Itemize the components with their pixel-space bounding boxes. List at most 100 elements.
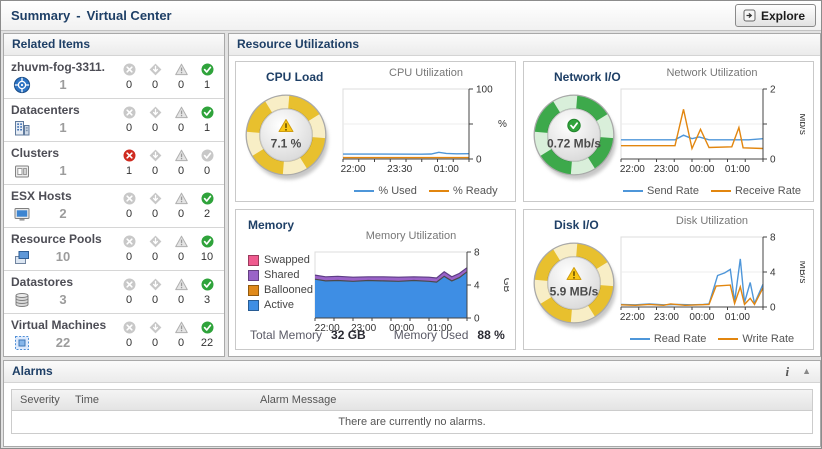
alarms-empty-message: There are currently no alarms. <box>338 416 486 428</box>
page-title-separator: - <box>76 8 81 23</box>
network-io-title: Network I/O <box>554 70 621 84</box>
status-warning[interactable]: 0 <box>168 321 194 349</box>
svg-text:4: 4 <box>474 281 480 292</box>
status-warning[interactable]: 0 <box>168 149 194 177</box>
cpu-load-gauge[interactable]: 7.1 % <box>240 88 332 184</box>
status-count: 1 <box>203 79 211 91</box>
status-warning[interactable]: 0 <box>168 106 194 134</box>
warning-status-icon <box>174 149 188 162</box>
svg-text:00:00: 00:00 <box>689 164 714 175</box>
status-count: 0 <box>151 208 159 220</box>
status-normal[interactable]: 10 <box>194 235 220 263</box>
status-warning[interactable]: 0 <box>168 235 194 263</box>
svg-text:01:00: 01:00 <box>725 312 750 323</box>
status-warning[interactable]: 0 <box>168 63 194 91</box>
info-icon[interactable]: i <box>785 361 789 382</box>
status-count: 0 <box>125 79 133 91</box>
status-fatal[interactable]: 0 <box>116 235 142 263</box>
legend-item: Send Rate <box>622 185 699 197</box>
network-io-gauge[interactable]: 0.72 Mb/s <box>528 88 620 184</box>
fatal-status-icon <box>123 106 136 119</box>
critical-status-icon <box>149 106 162 119</box>
related-item-count: 2 <box>59 206 67 221</box>
memory-chart-title: Memory Utilization <box>365 230 457 242</box>
status-summary: 0 0 0 1 <box>116 63 220 91</box>
status-fatal[interactable]: 0 <box>116 106 142 134</box>
status-fatal[interactable]: 0 <box>116 321 142 349</box>
status-warning[interactable]: 0 <box>168 278 194 306</box>
status-normal[interactable]: 2 <box>194 192 220 220</box>
status-critical[interactable]: 0 <box>142 63 168 91</box>
memory-used-label: Memory Used <box>393 328 469 342</box>
status-critical[interactable]: 0 <box>142 235 168 263</box>
svg-text:0: 0 <box>770 155 776 166</box>
status-fatal[interactable]: 0 <box>116 278 142 306</box>
status-count: 1 <box>125 165 133 177</box>
status-normal[interactable]: 1 <box>194 106 220 134</box>
status-critical[interactable]: 0 <box>142 106 168 134</box>
warning-status-icon <box>174 192 188 205</box>
virtual-center-summary-page: Summary - Virtual Center Explore Related I… <box>0 0 822 449</box>
svg-text:23:30: 23:30 <box>387 164 412 175</box>
svg-text:22:00: 22:00 <box>620 312 645 323</box>
column-alarm-message[interactable]: Alarm Message <box>252 390 812 410</box>
status-count: 0 <box>177 251 185 263</box>
related-item-count: 10 <box>55 249 71 264</box>
column-time[interactable]: Time <box>67 390 252 410</box>
svg-text:23:00: 23:00 <box>654 164 679 175</box>
warning-status-icon <box>174 235 188 248</box>
status-critical[interactable]: 0 <box>142 278 168 306</box>
resource-cards-grid: CPU Load 7.1 % CPU Utilization 100 0 22:00… <box>235 61 814 350</box>
related-item-row[interactable]: Datacenters 1 0 0 0 1 <box>4 99 224 142</box>
warning-status-icon <box>174 106 188 119</box>
related-item-count: 3 <box>59 292 67 307</box>
explore-button[interactable]: Explore <box>734 4 816 27</box>
svg-text:01:00: 01:00 <box>725 164 750 175</box>
related-item-row[interactable]: ESX Hosts 2 0 0 0 2 <box>4 185 224 228</box>
legend-item: Read Rate <box>629 333 706 345</box>
critical-status-icon <box>149 149 162 162</box>
status-fatal[interactable]: 0 <box>116 192 142 220</box>
related-item-name: Datastores <box>11 275 74 289</box>
status-normal[interactable]: 3 <box>194 278 220 306</box>
status-critical[interactable]: 0 <box>142 321 168 349</box>
legend-item: % Used <box>354 185 417 197</box>
status-normal[interactable]: 0 <box>194 149 220 177</box>
total-memory-label: Total Memory <box>250 328 323 342</box>
status-count: 0 <box>125 294 133 306</box>
column-severity[interactable]: Severity <box>12 390 67 410</box>
svg-text:8: 8 <box>474 248 480 259</box>
memory-card: Memory Swapped Shared Ballooned Active Memo… <box>235 209 516 350</box>
status-critical[interactable]: 0 <box>142 192 168 220</box>
status-normal[interactable]: 1 <box>194 63 220 91</box>
status-fatal[interactable]: 0 <box>116 63 142 91</box>
memory-utilization-chart: 84022:00 23:00 00:00 01:00GB <box>314 248 512 334</box>
related-item-count: 1 <box>59 77 67 92</box>
disk-io-gauge[interactable]: 5.9 MB/s <box>528 236 620 332</box>
svg-text:GB: GB <box>501 278 509 293</box>
memory-legend: Swapped Shared Ballooned Active <box>248 254 313 314</box>
status-normal[interactable]: 22 <box>194 321 220 349</box>
resource-utilizations-title: Resource Utilizations <box>237 37 360 51</box>
warning-status-icon <box>174 63 188 76</box>
status-fatal[interactable]: 1 <box>116 149 142 177</box>
related-item-row[interactable]: Clusters 1 1 0 0 0 <box>4 142 224 185</box>
status-warning[interactable]: 0 <box>168 192 194 220</box>
status-critical[interactable]: 0 <box>142 149 168 177</box>
related-items-list: zhuvm-fog-3311. 1 0 0 0 1 Datacenters 1 … <box>4 56 224 356</box>
related-item-row[interactable]: Resource Pools 10 0 0 0 10 <box>4 228 224 271</box>
related-item-row[interactable]: Virtual Machines 22 0 0 0 22 <box>4 314 224 356</box>
fatal-status-icon <box>123 149 136 162</box>
collapse-icon[interactable]: ▲ <box>802 361 811 382</box>
status-count: 0 <box>151 337 159 349</box>
page-title-primary: Summary <box>11 8 71 23</box>
disk-io-card: Disk I/O 5.9 MB/s Disk Utilization 8 4 0 22… <box>523 209 814 350</box>
legend-item: Ballooned <box>248 284 313 296</box>
svg-text:100: 100 <box>476 85 493 96</box>
cpu-load-card: CPU Load 7.1 % CPU Utilization 100 0 22:00… <box>235 61 516 202</box>
status-count: 3 <box>203 294 211 306</box>
related-item-row[interactable]: zhuvm-fog-3311. 1 0 0 0 1 <box>4 56 224 99</box>
related-item-row[interactable]: Datastores 3 0 0 0 3 <box>4 271 224 314</box>
page-header: Summary - Virtual Center Explore <box>1 1 821 31</box>
network-chart-title: Network Utilization <box>666 67 758 79</box>
